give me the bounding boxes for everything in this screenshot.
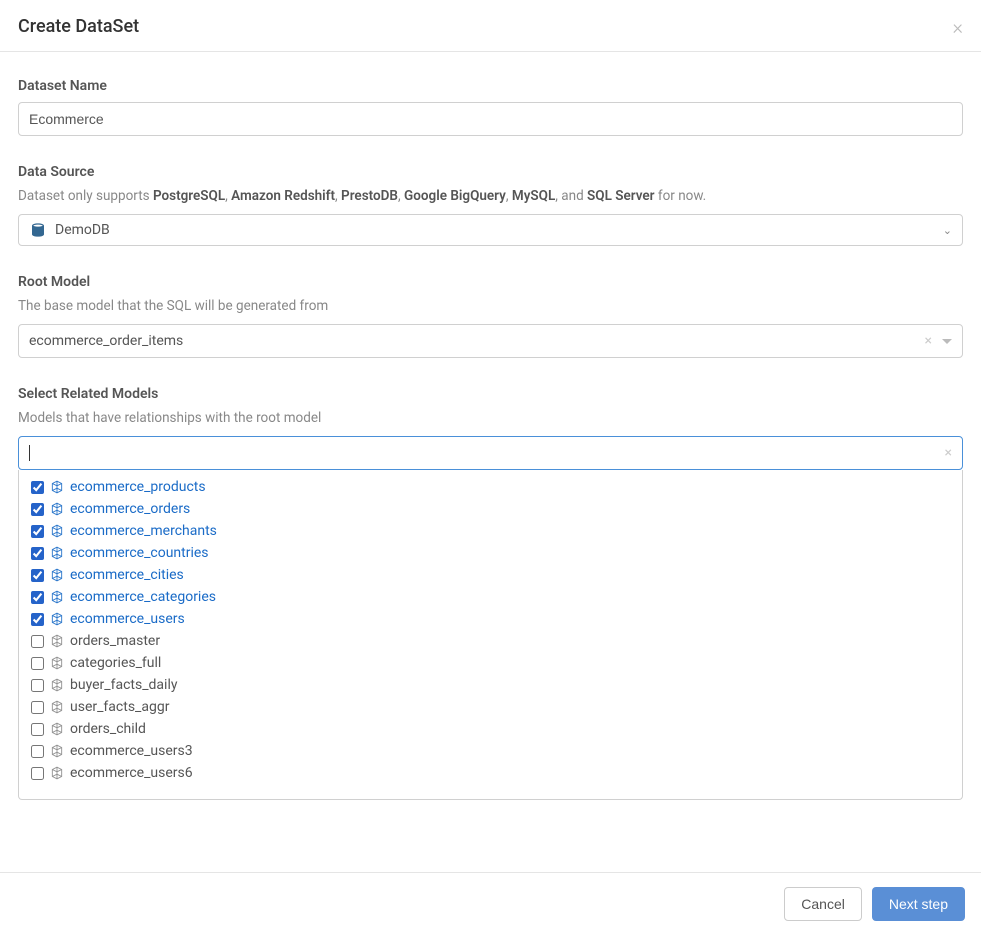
dataset-name-group: Dataset Name bbox=[18, 78, 963, 136]
cube-icon bbox=[50, 524, 64, 538]
model-checkbox[interactable] bbox=[31, 547, 44, 560]
data-source-help: Dataset only supports PostgreSQL, Amazon… bbox=[18, 188, 963, 204]
model-label: categories_full bbox=[70, 655, 161, 671]
model-checkbox[interactable] bbox=[31, 481, 44, 494]
model-checkbox[interactable] bbox=[31, 701, 44, 714]
model-label: orders_child bbox=[70, 721, 146, 737]
root-model-help: The base model that the SQL will be gene… bbox=[18, 298, 963, 314]
model-option[interactable]: user_facts_aggr bbox=[19, 696, 962, 718]
model-label: ecommerce_users6 bbox=[70, 765, 193, 781]
model-label: ecommerce_users bbox=[70, 611, 185, 627]
next-step-button[interactable]: Next step bbox=[872, 887, 965, 921]
data-source-group: Data Source Dataset only supports Postgr… bbox=[18, 164, 963, 246]
model-checkbox[interactable] bbox=[31, 679, 44, 692]
cube-icon bbox=[50, 568, 64, 582]
modal-header: Create DataSet × bbox=[0, 0, 981, 52]
dataset-name-input[interactable] bbox=[18, 102, 963, 136]
root-model-group: Root Model The base model that the SQL w… bbox=[18, 274, 963, 358]
db-name: Amazon Redshift bbox=[231, 188, 335, 204]
model-option[interactable]: ecommerce_orders bbox=[19, 498, 962, 520]
related-models-dropdown[interactable]: ecommerce_products ecommerce_ordersecomme… bbox=[18, 470, 963, 800]
model-option[interactable]: ecommerce_users6 bbox=[19, 762, 962, 784]
database-icon bbox=[29, 222, 47, 238]
caret-down-icon bbox=[942, 339, 952, 344]
model-checkbox[interactable] bbox=[31, 745, 44, 758]
model-option[interactable]: ecommerce_products bbox=[19, 476, 962, 498]
model-checkbox[interactable] bbox=[31, 635, 44, 648]
text-cursor bbox=[29, 445, 30, 461]
root-model-label: Root Model bbox=[18, 274, 963, 290]
cube-icon bbox=[50, 612, 64, 626]
model-option[interactable]: orders_master bbox=[19, 630, 962, 652]
model-option[interactable]: orders_child bbox=[19, 718, 962, 740]
model-label: ecommerce_categories bbox=[70, 589, 216, 605]
related-models-group: Select Related Models Models that have r… bbox=[18, 386, 963, 800]
close-icon[interactable]: × bbox=[953, 17, 963, 37]
model-checkbox[interactable] bbox=[31, 613, 44, 626]
chevron-down-icon: ⌄ bbox=[943, 224, 952, 237]
dataset-name-label: Dataset Name bbox=[18, 78, 963, 94]
model-checkbox[interactable] bbox=[31, 723, 44, 736]
cube-icon bbox=[50, 502, 64, 516]
model-option[interactable]: ecommerce_categories bbox=[19, 586, 962, 608]
model-label: user_facts_aggr bbox=[70, 699, 169, 715]
root-model-value: ecommerce_order_items bbox=[29, 333, 925, 349]
cube-icon bbox=[50, 634, 64, 648]
model-checkbox[interactable] bbox=[31, 569, 44, 582]
clear-icon[interactable]: × bbox=[945, 445, 952, 461]
model-option[interactable]: ecommerce_merchants bbox=[19, 520, 962, 542]
db-name: SQL Server bbox=[587, 188, 654, 204]
model-option[interactable]: ecommerce_cities bbox=[19, 564, 962, 586]
model-label: orders_master bbox=[70, 633, 160, 649]
db-name: PostgreSQL bbox=[153, 188, 225, 204]
cube-icon bbox=[50, 656, 64, 670]
model-label: ecommerce_users3 bbox=[70, 743, 193, 759]
related-models-help: Models that have relationships with the … bbox=[18, 410, 963, 426]
db-name: Google BigQuery bbox=[404, 188, 506, 204]
cube-icon bbox=[50, 766, 64, 780]
model-option[interactable]: ecommerce_users3 bbox=[19, 740, 962, 762]
clear-icon[interactable]: × bbox=[925, 333, 932, 349]
model-option[interactable]: ecommerce_users bbox=[19, 608, 962, 630]
model-checkbox[interactable] bbox=[31, 657, 44, 670]
root-model-select[interactable]: ecommerce_order_items × bbox=[18, 324, 963, 358]
db-name: MySQL bbox=[512, 188, 555, 204]
help-text: Dataset only supports bbox=[18, 188, 153, 204]
modal-body: Dataset Name Data Source Dataset only su… bbox=[0, 52, 981, 820]
modal-footer: Cancel Next step bbox=[0, 872, 981, 935]
cancel-button[interactable]: Cancel bbox=[784, 887, 862, 921]
model-label: ecommerce_merchants bbox=[70, 523, 217, 539]
data-source-label: Data Source bbox=[18, 164, 963, 180]
model-option[interactable]: buyer_facts_daily bbox=[19, 674, 962, 696]
model-label: ecommerce_orders bbox=[70, 501, 190, 517]
model-label: buyer_facts_daily bbox=[70, 677, 177, 693]
cube-icon bbox=[50, 546, 64, 560]
model-checkbox[interactable] bbox=[31, 591, 44, 604]
help-text: for now. bbox=[655, 188, 707, 204]
data-source-select[interactable]: DemoDB ⌄ bbox=[18, 214, 963, 246]
model-option[interactable]: ecommerce_countries bbox=[19, 542, 962, 564]
cube-icon bbox=[50, 678, 64, 692]
related-models-input[interactable]: × bbox=[18, 436, 963, 470]
model-checkbox[interactable] bbox=[31, 525, 44, 538]
cube-icon bbox=[50, 744, 64, 758]
cube-icon bbox=[50, 700, 64, 714]
model-label: ecommerce_products bbox=[70, 479, 206, 495]
model-checkbox[interactable] bbox=[31, 767, 44, 780]
data-source-value: DemoDB bbox=[55, 222, 943, 238]
model-label: ecommerce_cities bbox=[70, 567, 184, 583]
related-models-label: Select Related Models bbox=[18, 386, 963, 402]
cube-icon bbox=[50, 480, 64, 494]
cube-icon bbox=[50, 722, 64, 736]
model-label: ecommerce_countries bbox=[70, 545, 209, 561]
sep: , and bbox=[555, 188, 587, 204]
modal-title: Create DataSet bbox=[18, 16, 139, 37]
model-checkbox[interactable] bbox=[31, 503, 44, 516]
cube-icon bbox=[50, 590, 64, 604]
model-option[interactable]: categories_full bbox=[19, 652, 962, 674]
db-name: PrestoDB bbox=[341, 188, 398, 204]
